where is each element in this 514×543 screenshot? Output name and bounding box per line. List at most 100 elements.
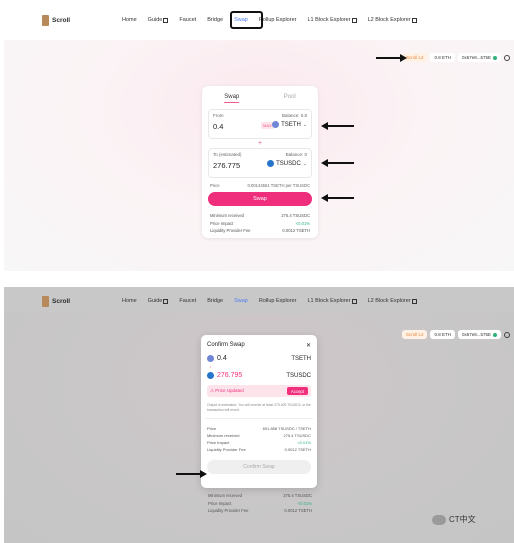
scroll-logo[interactable]: Scroll — [42, 296, 70, 307]
to-amount-input[interactable]: 276.775 — [213, 161, 240, 170]
nav-faucet-label: Faucet — [179, 298, 197, 304]
nav-bridge-label: Bridge — [207, 17, 224, 23]
nav-guide-label: Guide — [147, 17, 163, 23]
swap-screen: Scroll Home Guide Faucet Bridge Swap Rol… — [4, 0, 514, 271]
nav-home[interactable]: Home — [122, 298, 137, 304]
swap-button[interactable]: Swap — [208, 192, 312, 206]
nav-l2-label: L2 Block Explorer — [367, 298, 411, 304]
wallet-bar: Scroll L2 0.8 ETH 0x57e8...575E — [401, 330, 510, 339]
confirm-swap-modal: Confirm Swap ✕ 0.4 TSETH ↓ 276.795 TSUSD… — [201, 335, 317, 488]
detail-value: 691.858 TSUSDC / TSETH — [262, 425, 311, 431]
detail-value: 0.0012 TSETH — [282, 227, 310, 233]
from-token-symbol: TSETH — [281, 121, 301, 128]
detail-label: Price Impact — [208, 500, 232, 506]
scroll-logo[interactable]: Scroll — [42, 15, 70, 26]
nav-faucet[interactable]: Faucet — [179, 17, 196, 23]
settings-gear-icon[interactable] — [504, 331, 510, 338]
confirm-from-token: TSETH — [291, 355, 311, 362]
nav-bridge[interactable]: Bridge — [207, 298, 223, 304]
detail-label: Price — [207, 425, 217, 431]
price-label: Price — [210, 183, 220, 188]
warning-icon: ⚠ Price Updated — [210, 388, 244, 393]
background-swap-details: Minimum received 275.4 TSUSDC Price Impac… — [204, 492, 316, 515]
network-badge[interactable]: Scroll L2 — [401, 330, 428, 339]
nav-l1-explorer[interactable]: L1 Block Explorer — [307, 298, 357, 304]
from-token-select[interactable]: TSETH ⌄ — [272, 121, 307, 128]
nav-l2-explorer[interactable]: L2 Block Explorer — [368, 17, 417, 23]
nav-l1-explorer[interactable]: L1 Block Explorer — [307, 17, 357, 23]
detail-value: <0.01% — [297, 500, 312, 506]
estimate-note: Output is estimated. You will receive at… — [207, 403, 311, 412]
external-link-icon — [411, 298, 417, 304]
nav-swap-label: Swap — [234, 298, 248, 304]
usdc-token-icon — [267, 160, 275, 167]
from-amount-input[interactable]: 0.4 — [213, 122, 223, 131]
from-amount-text: 0.4 — [217, 355, 227, 362]
external-link-icon — [163, 17, 169, 23]
nav-l1-label: L1 Block Explorer — [307, 298, 351, 304]
detail-value: <0.01% — [297, 439, 311, 445]
address-badge[interactable]: 0x57e8...575E — [457, 330, 501, 339]
detail-value: 0.0012 TSETH — [284, 508, 312, 514]
from-balance: Balance: 0.8 — [281, 113, 307, 118]
price-row: Price 0.00144551 TSETH per TSUSDC — [202, 178, 318, 190]
swap-card: Swap Pool From Balance: 0.8 0.4 MAX TSET… — [202, 86, 318, 238]
nav-rollup-label: Rollup Explorer — [258, 298, 297, 304]
to-label: To (estimated) — [213, 152, 242, 157]
from-label: From — [213, 113, 224, 118]
address-text: 0x57e8...575E — [461, 55, 491, 60]
nav-guide[interactable]: Guide — [148, 298, 169, 304]
detail-row: Minimum received 275.4 TSUSDC — [204, 492, 316, 500]
to-token-select[interactable]: TSUSDC ⌄ — [267, 160, 307, 167]
detail-value: 0.0012 TSETH — [284, 446, 311, 452]
nav-swap[interactable]: Swap — [234, 298, 248, 304]
nav-rollup-explorer[interactable]: Rollup Explorer — [259, 298, 297, 304]
detail-value: <0.01% — [295, 220, 310, 226]
address-badge[interactable]: 0x57e8...575E — [457, 53, 501, 62]
detail-row: Liquidity Provider Fee 0.0012 TSETH — [205, 446, 313, 453]
nav-home[interactable]: Home — [122, 17, 137, 23]
detail-row: Minimum received 275.4 TSUSDC — [202, 212, 318, 219]
eth-token-icon — [207, 355, 214, 362]
top-nav: Scroll Home Guide Faucet Bridge Swap Rol… — [4, 0, 514, 40]
tab-pool[interactable]: Pool — [284, 94, 296, 103]
nav-guide[interactable]: Guide — [148, 17, 169, 23]
detail-label: Price Impact — [207, 439, 230, 445]
nav-bridge[interactable]: Bridge — [207, 17, 223, 23]
modal-title: Confirm Swap — [207, 342, 245, 348]
eth-token-icon — [272, 121, 280, 128]
connected-dot-icon — [493, 55, 497, 60]
nav-faucet[interactable]: Faucet — [179, 298, 196, 304]
to-field: To (estimated) Balance: 0 276.775 TSUSDC… — [208, 148, 312, 178]
nav-rollup-explorer[interactable]: Rollup Explorer — [259, 17, 297, 23]
detail-row: Minimum received 275.4 TSUSDC — [205, 432, 313, 439]
confirm-to-row: 276.795 TSUSDC — [201, 370, 317, 381]
balance-badge: 0.8 ETH — [430, 53, 455, 62]
nav-l1-label: L1 Block Explorer — [307, 17, 351, 23]
logo-text: Scroll — [52, 17, 71, 24]
watermark-text: CT中文 — [449, 515, 476, 524]
detail-row: Price 691.858 TSUSDC / TSETH — [205, 425, 313, 432]
detail-row: Price Impact <0.01% — [202, 219, 318, 226]
detail-label: Minimum received — [207, 432, 240, 438]
external-link-icon — [163, 298, 169, 304]
close-icon[interactable]: ✕ — [306, 342, 311, 349]
confirm-swap-button[interactable]: Confirm Swap — [207, 459, 311, 474]
confirm-to-token: TSUSDC — [286, 372, 311, 379]
settings-gear-icon[interactable] — [504, 54, 510, 61]
detail-label: Price Impact — [210, 220, 234, 226]
price-updated-banner: ⚠ Price Updated Accept — [207, 385, 311, 397]
plus-icon: + — [257, 140, 263, 147]
accept-button[interactable]: Accept — [286, 387, 308, 395]
annotation-arrow — [321, 159, 354, 167]
annotation-arrow — [321, 122, 354, 130]
price-value: 0.00144551 TSETH per TSUSDC — [247, 183, 310, 188]
price-updated-label: Price Updated — [215, 388, 244, 393]
nav-l2-explorer[interactable]: L2 Block Explorer — [368, 298, 417, 304]
tab-swap[interactable]: Swap — [224, 94, 240, 103]
address-text: 0x57e8...575E — [461, 332, 491, 337]
top-nav: Scroll Home Guide Faucet Bridge Swap Rol… — [4, 287, 514, 313]
connected-dot-icon — [493, 332, 497, 337]
nav-guide-label: Guide — [147, 298, 163, 304]
swap-tabs: Swap Pool — [202, 86, 318, 109]
